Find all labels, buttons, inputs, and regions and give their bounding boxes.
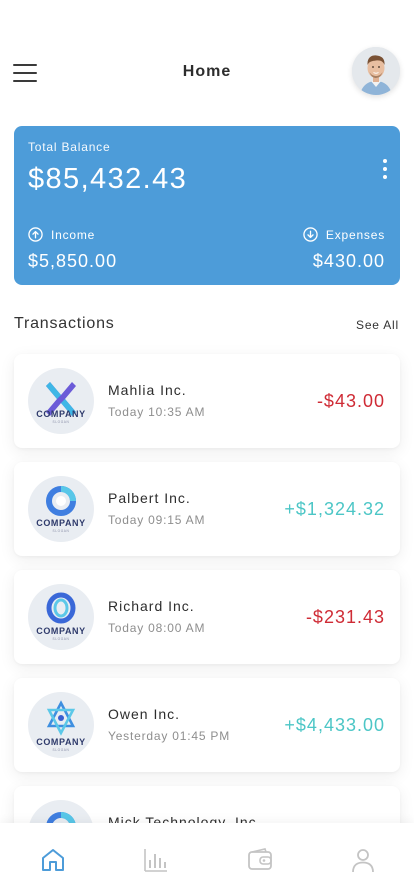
income-label: Income <box>51 227 96 242</box>
logo-company-text: COMPANY <box>36 518 86 528</box>
transaction-name: Owen Inc. <box>108 706 181 722</box>
transaction-name: Richard Inc. <box>108 598 195 614</box>
transaction-amount: -$231.43 <box>305 607 385 627</box>
more-options-icon[interactable] <box>382 159 388 179</box>
logo-slogan-text: SLOGAN <box>53 748 70 752</box>
transaction-amount: -$43.00 <box>316 391 385 411</box>
expenses-label-row: Expenses <box>303 227 385 242</box>
logo-company-text: COMPANY <box>36 626 86 636</box>
transaction-time: Today 09:15 AM <box>108 513 206 527</box>
transaction-amount: +$1,324.32 <box>284 499 385 519</box>
balance-card[interactable]: Total Balance $85,432.43 Income $5,850.0… <box>14 126 400 285</box>
transaction-amount: +$4,433.00 <box>284 715 385 735</box>
company-logo: COMPANY SLOGAN <box>28 584 94 650</box>
profile-icon[interactable] <box>350 847 376 873</box>
logo-company-text: COMPANY <box>36 409 86 419</box>
see-all-link[interactable]: See All <box>356 318 399 332</box>
top-header: Home <box>0 44 414 100</box>
wallet-icon[interactable] <box>247 847 273 873</box>
total-balance-amount: $85,432.43 <box>28 163 188 195</box>
logo-company-text: COMPANY <box>36 737 86 747</box>
transaction-name: Mahlia Inc. <box>108 382 187 398</box>
company-logo: COMPANY SLOGAN <box>28 368 94 434</box>
transaction-item[interactable]: COMPANY SLOGAN Richard Inc. Today 08:00 … <box>14 570 400 664</box>
expenses-label: Expenses <box>325 227 385 242</box>
transaction-item[interactable]: COMPANY SLOGAN Palbert Inc. Today 09:15 … <box>14 462 400 556</box>
logo-slogan-text: SLOGAN <box>53 420 70 424</box>
company-logo: COMPANY SLOGAN <box>28 692 94 758</box>
logo-slogan-text: SLOGAN <box>53 529 70 533</box>
transaction-name: Palbert Inc. <box>108 490 191 506</box>
transaction-time: Today 10:35 AM <box>108 405 206 419</box>
bottom-navigation <box>0 823 414 896</box>
home-icon[interactable] <box>40 847 66 873</box>
user-avatar[interactable] <box>352 47 400 95</box>
company-logo: COMPANY SLOGAN <box>28 476 94 542</box>
expenses-amount: $430.00 <box>312 251 385 271</box>
arrow-down-circle-icon <box>303 227 318 242</box>
transaction-item[interactable]: COMPANY SLOGAN Owen Inc. Yesterday 01:45… <box>14 678 400 772</box>
income-amount: $5,850.00 <box>28 251 118 271</box>
transactions-title: Transactions <box>14 315 115 332</box>
income-label-row: Income <box>28 227 95 242</box>
transaction-time: Today 08:00 AM <box>108 621 206 635</box>
total-balance-label: Total Balance <box>28 140 111 154</box>
transaction-item[interactable]: COMPANY SLOGAN Mahlia Inc. Today 10:35 A… <box>14 354 400 448</box>
transaction-time: Yesterday 01:45 PM <box>108 729 231 743</box>
logo-slogan-text: SLOGAN <box>53 637 70 641</box>
stats-icon[interactable] <box>143 847 169 873</box>
arrow-up-circle-icon <box>28 227 43 242</box>
